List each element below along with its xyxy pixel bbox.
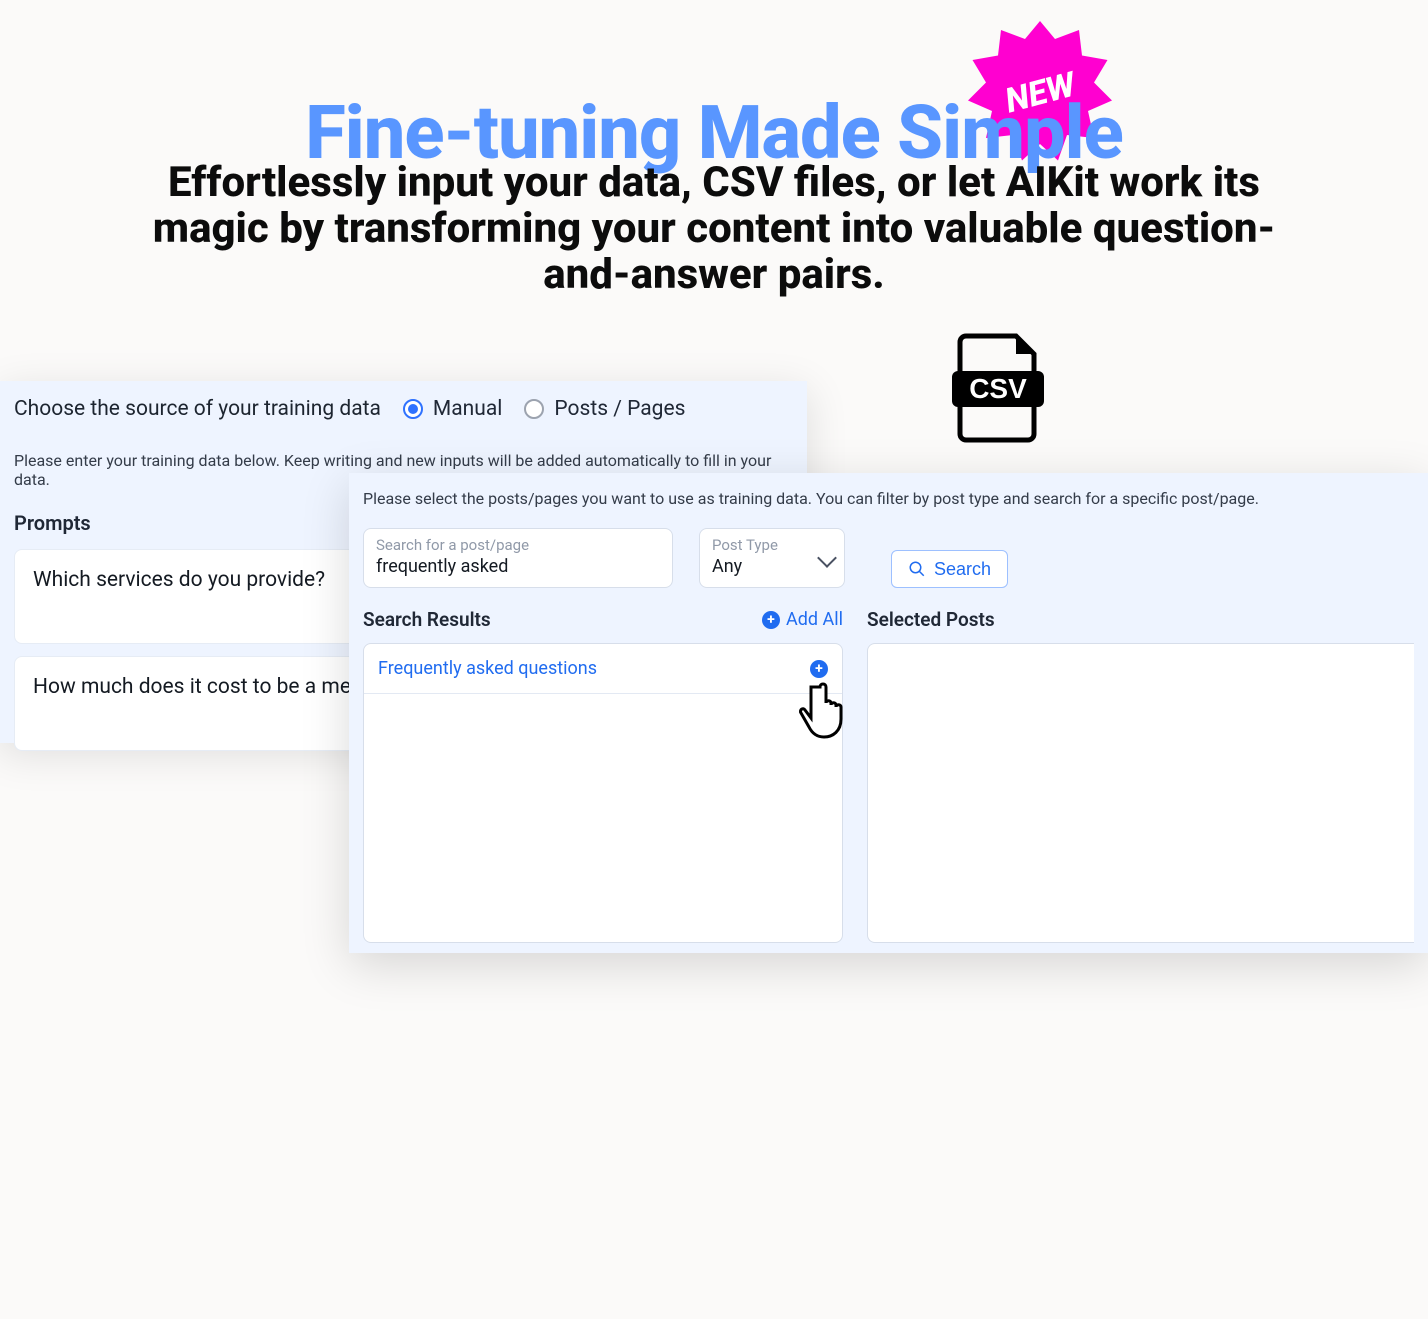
radio-manual[interactable]: Manual (403, 397, 502, 421)
post-type-label: Post Type (712, 536, 832, 554)
selected-posts-label: Selected Posts (867, 608, 995, 631)
add-result-button[interactable]: + (810, 660, 828, 678)
page-subtitle: Effortlessly input your data, CSV files,… (0, 160, 1428, 299)
search-button-label: Search (934, 559, 991, 580)
radio-posts-label: Posts / Pages (554, 397, 685, 421)
post-type-value: Any (712, 556, 832, 577)
result-title: Frequently asked questions (378, 658, 597, 679)
search-input-value: frequently asked (376, 556, 660, 577)
csv-file-icon: CSV (950, 333, 1046, 447)
source-label: Choose the source of your training data (14, 397, 381, 421)
cursor-hand-icon (798, 679, 856, 741)
radio-manual-label: Manual (433, 397, 502, 421)
selected-posts-list (867, 643, 1414, 943)
svg-text:CSV: CSV (969, 373, 1027, 404)
radio-posts-pages[interactable]: Posts / Pages (524, 397, 685, 421)
radio-dot-icon (524, 399, 544, 419)
search-results-list: Frequently asked questions + (363, 643, 843, 943)
posts-pages-card: Please select the posts/pages you want t… (349, 473, 1428, 953)
prompt-text: Which services do you provide? (33, 568, 325, 592)
posts-hint: Please select the posts/pages you want t… (363, 489, 1414, 508)
search-icon (908, 560, 926, 578)
search-button[interactable]: Search (891, 550, 1008, 588)
plus-circle-icon: + (762, 611, 780, 629)
add-all-label: Add All (786, 609, 843, 630)
search-results-label: Search Results (363, 608, 491, 631)
search-result-item[interactable]: Frequently asked questions + (364, 644, 842, 694)
add-all-button[interactable]: + Add All (762, 609, 843, 630)
search-input-label: Search for a post/page (376, 536, 660, 554)
search-input[interactable]: Search for a post/page frequently asked (363, 528, 673, 588)
post-type-select[interactable]: Post Type Any (699, 528, 845, 588)
radio-dot-icon (403, 399, 423, 419)
